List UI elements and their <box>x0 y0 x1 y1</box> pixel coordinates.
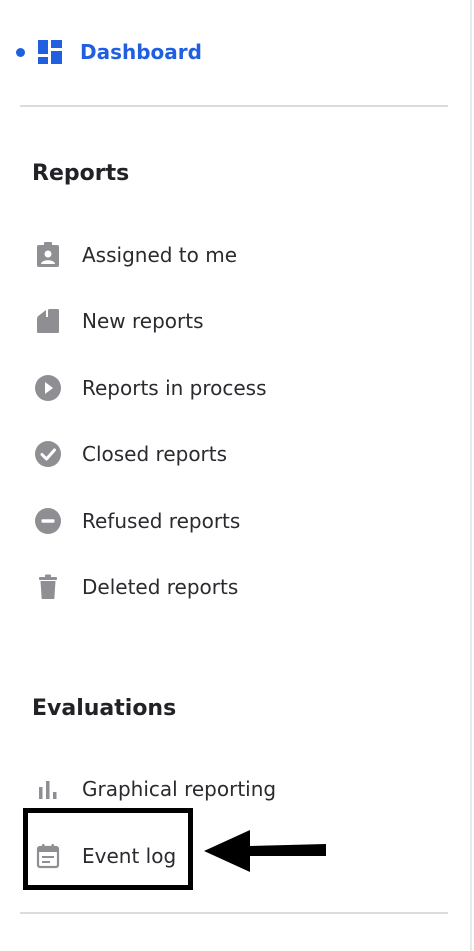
active-indicator <box>16 47 25 57</box>
sidebar-item-label: Closed reports <box>82 442 228 466</box>
sidebar-item-label: Reports in process <box>82 376 267 400</box>
assigned-badge-icon <box>32 239 64 271</box>
sidebar-item-dashboard[interactable]: Dashboard <box>16 30 202 74</box>
bar-chart-icon <box>32 773 64 805</box>
divider <box>20 105 448 107</box>
sidebar-item-label: Deleted reports <box>82 575 239 599</box>
sidebar-item-label: Refused reports <box>82 509 241 533</box>
divider <box>20 912 448 914</box>
section-title-reports: Reports <box>32 161 130 186</box>
sidebar-item-reports-in-process[interactable]: Reports in process <box>32 366 432 410</box>
sidebar-item-new-reports[interactable]: New reports <box>32 299 432 343</box>
section-title-evaluations: Evaluations <box>32 696 177 721</box>
sidebar-item-graphical-reporting[interactable]: Graphical reporting <box>32 767 432 811</box>
sidebar-item-closed-reports[interactable]: Closed reports <box>32 432 432 476</box>
trash-icon <box>32 571 64 603</box>
new-report-icon <box>32 305 64 337</box>
minus-circle-icon <box>32 505 64 537</box>
sidebar-item-deleted-reports[interactable]: Deleted reports <box>32 565 432 609</box>
play-circle-icon <box>32 372 64 404</box>
check-circle-icon <box>32 438 64 470</box>
sidebar-item-label: Dashboard <box>80 40 202 64</box>
sidebar-item-assigned-to-me[interactable]: Assigned to me <box>32 233 432 277</box>
dashboard-icon <box>34 36 66 68</box>
sidebar-item-label: New reports <box>82 309 204 333</box>
arrow-left-icon <box>200 826 330 880</box>
sidebar-item-label: Assigned to me <box>82 243 238 267</box>
highlight-box <box>23 808 193 890</box>
sidebar-item-label: Graphical reporting <box>82 777 277 801</box>
sidebar-item-refused-reports[interactable]: Refused reports <box>32 499 432 543</box>
sidebar-right-border <box>470 0 472 951</box>
